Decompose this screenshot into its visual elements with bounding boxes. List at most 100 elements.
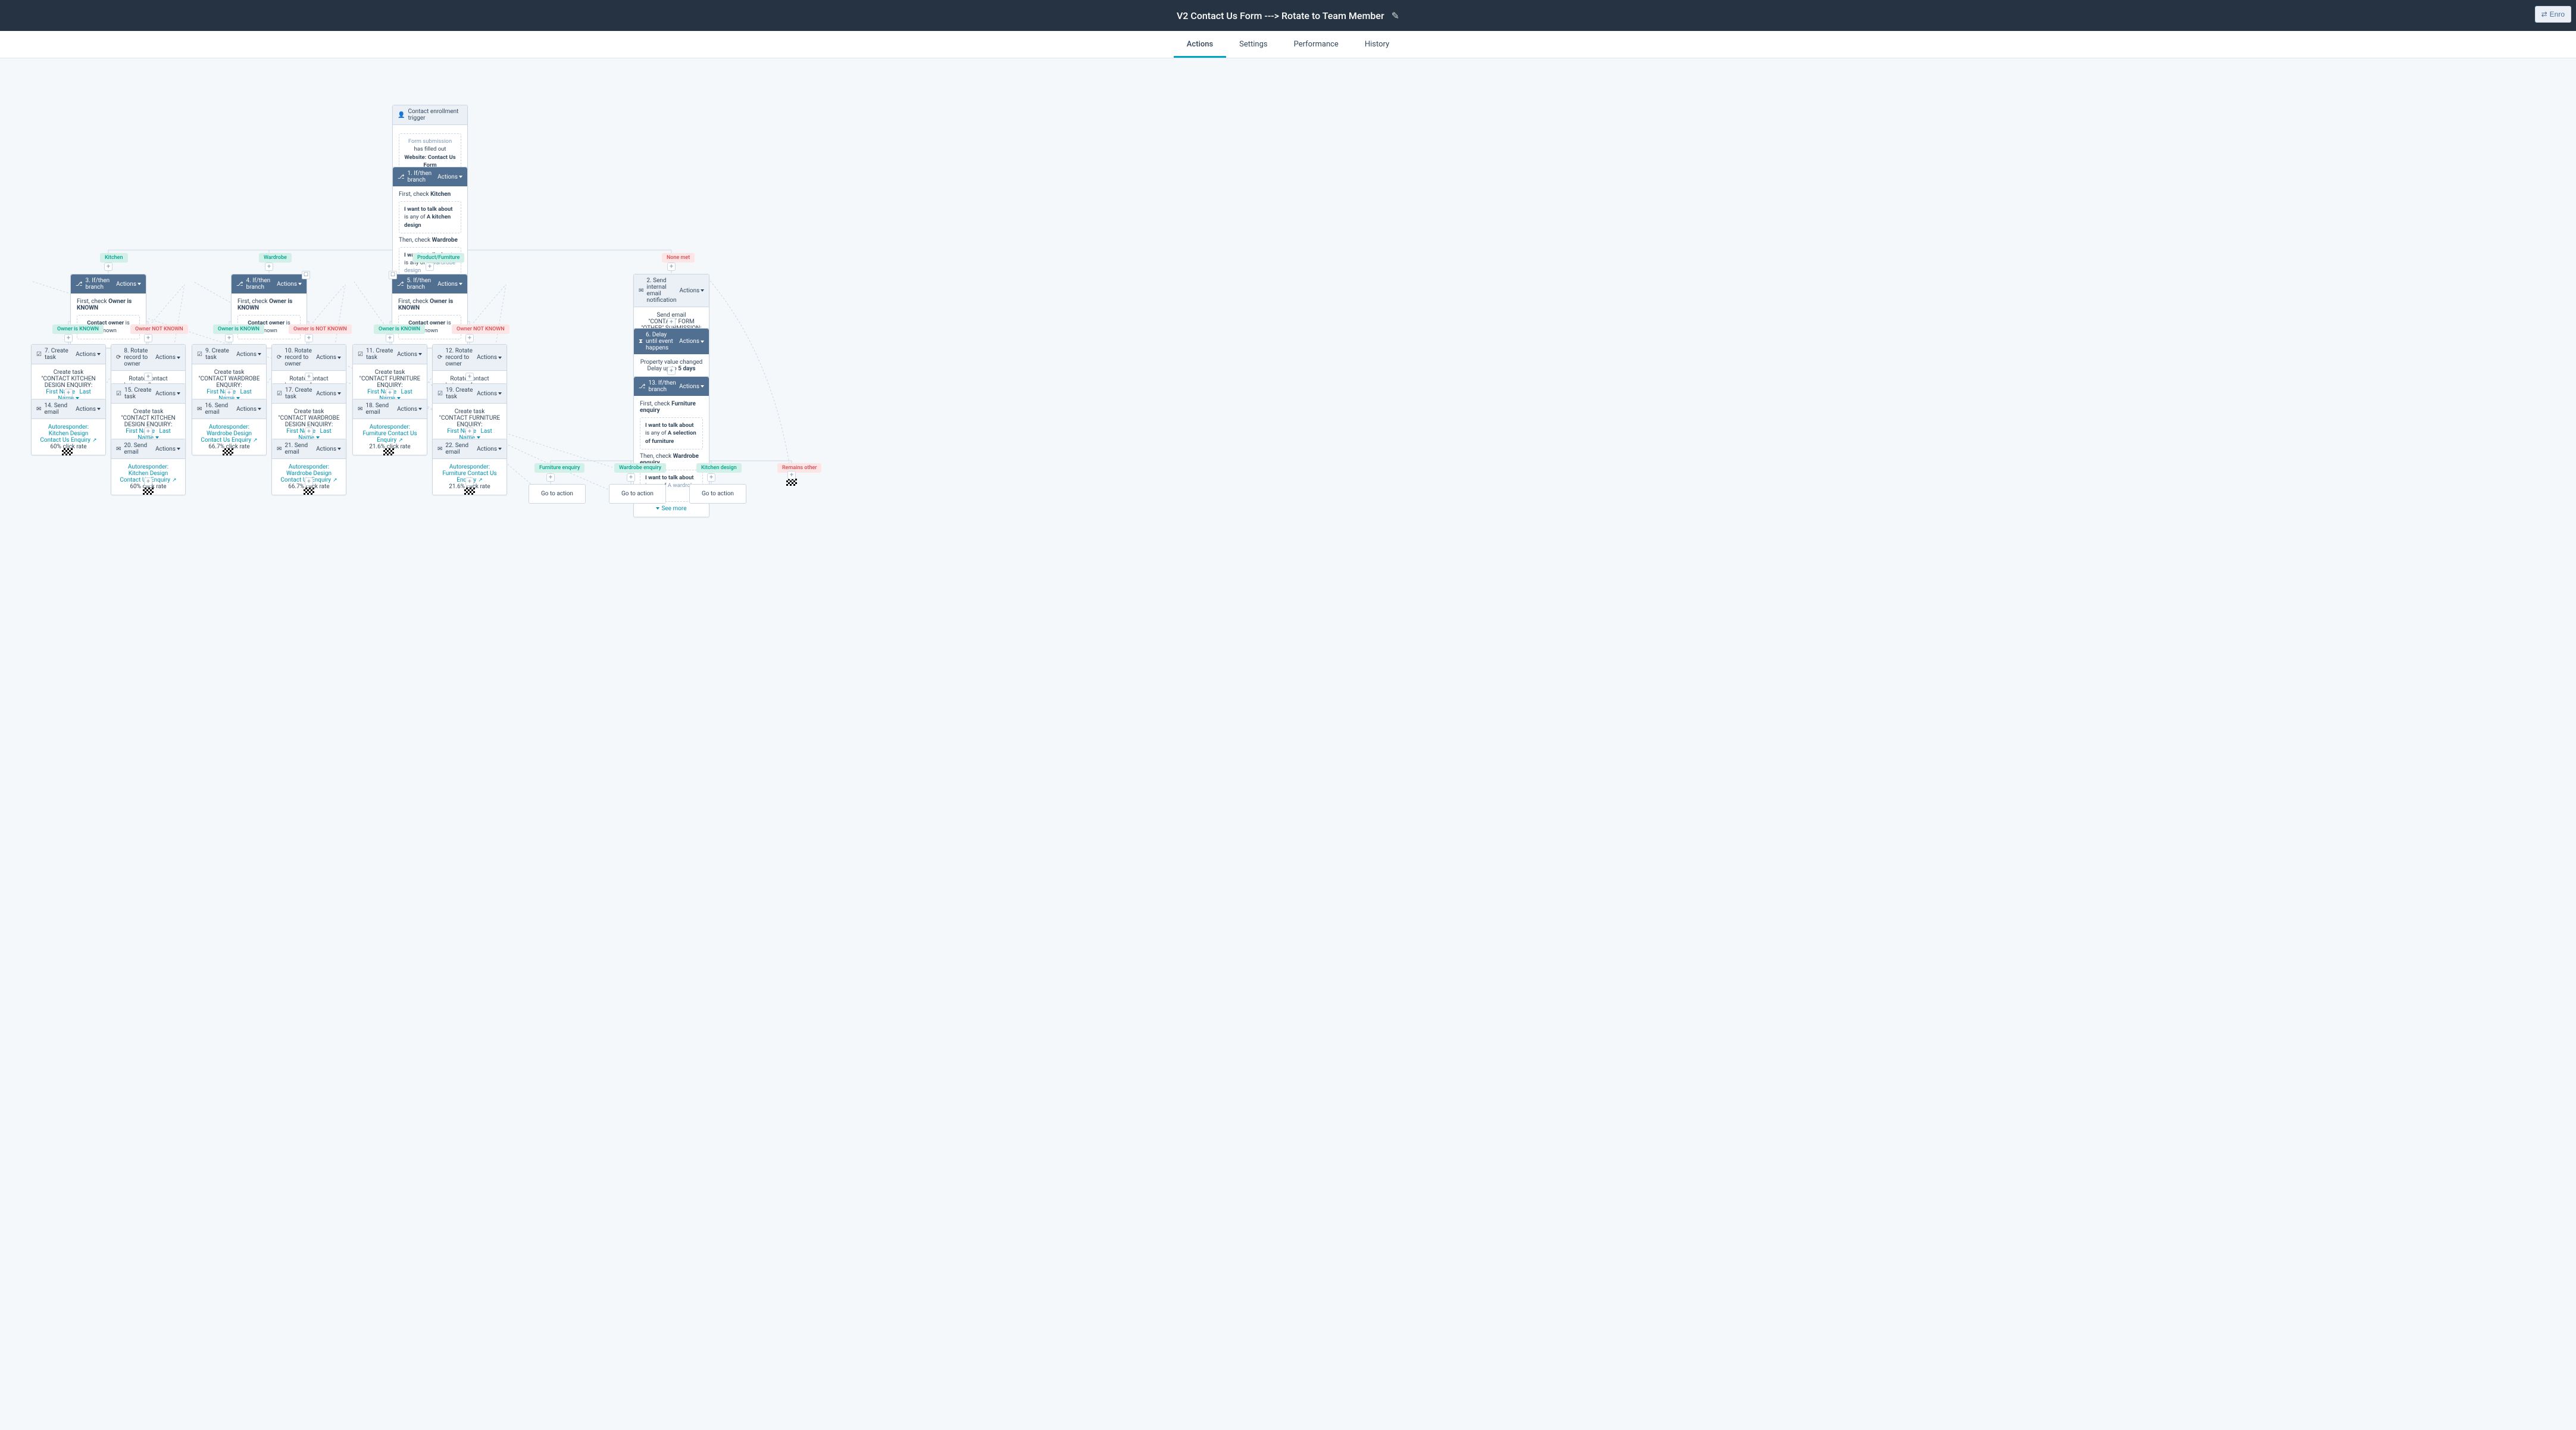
actions-menu[interactable]: Actions	[236, 351, 261, 358]
n10-title: 10. Rotate record to owner	[285, 348, 313, 367]
pill-owner-known: Owner is KNOWN	[213, 324, 264, 334]
n14-auto[interactable]: Autoresponder: Kitchen Design Contact Us…	[40, 424, 90, 444]
plus-button[interactable]: +	[305, 427, 313, 436]
end-icon	[304, 488, 314, 495]
actions-label: Actions	[155, 354, 176, 361]
plus-button[interactable]: +	[64, 334, 73, 342]
plus-button[interactable]: +	[465, 477, 474, 486]
node-14-send-email[interactable]: ✉14. Send emailActions Autoresponder: Ki…	[31, 399, 106, 455]
actions-menu[interactable]: Actions	[76, 406, 101, 413]
node-22-send-email[interactable]: ✉22. Send emailActions Autoresponder: Fu…	[432, 439, 507, 495]
enroll-icon: ⇄	[2541, 10, 2547, 18]
goto-action[interactable]: Go to action	[609, 484, 666, 504]
pill-furniture-enquiry: Furniture enquiry	[534, 463, 584, 473]
plus-button[interactable]: +	[225, 334, 233, 342]
plus-button[interactable]: +	[64, 389, 73, 397]
actions-label: Actions	[679, 288, 699, 294]
plus-button[interactable]: +	[465, 373, 474, 381]
branch-4[interactable]: ☐ ⎇4. If/then branchActions First, check…	[231, 274, 307, 348]
actions-label: Actions	[477, 391, 497, 397]
tab-settings[interactable]: Settings	[1226, 31, 1280, 58]
plus-button[interactable]: +	[305, 334, 313, 342]
enroll-button[interactable]: ⇄ Enro	[2535, 6, 2571, 23]
goto-action[interactable]: Go to action	[689, 484, 746, 504]
actions-menu[interactable]: Actions	[155, 446, 180, 452]
actions-menu[interactable]: Actions	[316, 446, 341, 452]
plus-button[interactable]: +	[426, 263, 434, 271]
b1-any1: is any of	[404, 214, 427, 220]
see-more[interactable]: See more	[640, 505, 703, 512]
actions-menu[interactable]: Actions	[437, 281, 462, 288]
node-21-send-email[interactable]: ✉21. Send emailActions Autoresponder: Wa…	[271, 439, 346, 495]
plus-button[interactable]: +	[667, 318, 676, 326]
n18-auto[interactable]: Autoresponder: Furniture Contact Us Enqu…	[362, 424, 417, 444]
plus-button[interactable]: +	[667, 263, 676, 271]
plus-button[interactable]: +	[546, 473, 555, 482]
plus-button[interactable]: +	[707, 473, 715, 482]
actions-menu[interactable]: Actions	[397, 406, 422, 413]
node-18-send-email[interactable]: ✉18. Send emailActions Autoresponder: Fu…	[352, 399, 427, 455]
plus-button[interactable]: +	[667, 367, 676, 375]
actions-label: Actions	[155, 391, 176, 397]
goto-action[interactable]: Go to action	[529, 484, 586, 504]
node-16-send-email[interactable]: ✉16. Send emailActions Autoresponder: Wa…	[192, 399, 267, 455]
actions-menu[interactable]: Actions	[236, 406, 261, 413]
warn-icon[interactable]: ☐	[389, 271, 397, 279]
node-20-send-email[interactable]: ✉20. Send emailActions Autoresponder: Ki…	[111, 439, 186, 495]
plus-button[interactable]: +	[386, 389, 394, 397]
tab-history[interactable]: History	[1352, 31, 1402, 58]
warn-icon[interactable]: ☐	[302, 271, 310, 279]
n16-auto[interactable]: Autoresponder: Wardrobe Design Contact U…	[201, 424, 252, 444]
plus-button[interactable]: +	[144, 477, 152, 486]
plus-button[interactable]: +	[465, 427, 474, 436]
plus-button[interactable]: +	[627, 473, 635, 482]
trigger-title: Contact enrollment trigger	[408, 108, 462, 121]
actions-menu[interactable]: Actions	[679, 288, 704, 294]
plus-button[interactable]: +	[305, 373, 313, 381]
actions-menu[interactable]: Actions	[437, 174, 462, 180]
n17-e: "CONTACT WARDROBE DESIGN ENQUIRY:	[278, 415, 340, 428]
plus-button[interactable]: +	[144, 373, 152, 381]
plus-button[interactable]: +	[144, 427, 152, 436]
plus-button[interactable]: +	[386, 334, 394, 342]
b13-a1: is any of	[645, 430, 668, 436]
pill-owner-not-known: Owner is NOT KNOWN	[289, 324, 352, 334]
actions-label: Actions	[679, 383, 699, 390]
branch-5[interactable]: ☐ ⎇5. If/then branchActions First, check…	[392, 274, 468, 348]
plus-button[interactable]: +	[104, 263, 112, 271]
actions-menu[interactable]: Actions	[155, 391, 180, 397]
tab-performance[interactable]: Performance	[1281, 31, 1352, 58]
actions-menu[interactable]: Actions	[316, 354, 341, 361]
branch-3[interactable]: ⎇3. If/then branchActions First, check O…	[70, 274, 146, 348]
actions-menu[interactable]: Actions	[76, 351, 101, 358]
pill-none-met: None met	[662, 253, 695, 263]
n19-e: "CONTACT FURNITURE ENQUIRY:	[439, 415, 501, 428]
b4-first: First, check	[237, 298, 269, 305]
actions-menu[interactable]: Actions	[155, 354, 180, 361]
plus-button[interactable]: +	[225, 389, 233, 397]
actions-menu[interactable]: Actions	[679, 383, 704, 390]
plus-button[interactable]: +	[465, 334, 474, 342]
n15-c: Create task	[117, 408, 179, 415]
actions-menu[interactable]: Actions	[316, 391, 341, 397]
actions-menu[interactable]: Actions	[116, 281, 141, 288]
actions-menu[interactable]: Actions	[277, 281, 302, 288]
actions-menu[interactable]: Actions	[477, 446, 502, 452]
actions-menu[interactable]: Actions	[477, 354, 502, 361]
b13-t1: I want to talk about	[645, 422, 694, 429]
workflow-canvas[interactable]: 👤Contact enrollment trigger Form submiss…	[0, 58, 872, 511]
plus-button[interactable]: +	[305, 477, 313, 486]
tab-actions[interactable]: Actions	[1174, 31, 1226, 58]
plus-button[interactable]: +	[787, 471, 796, 479]
actions-menu[interactable]: Actions	[679, 338, 704, 345]
branch-icon: ⎇	[236, 281, 243, 288]
actions-menu[interactable]: Actions	[397, 351, 422, 358]
edit-icon[interactable]: ✎	[1392, 10, 1399, 21]
plus-button[interactable]: +	[265, 263, 273, 271]
actions-label: Actions	[116, 281, 136, 288]
actions-menu[interactable]: Actions	[477, 391, 502, 397]
email-icon: ✉	[639, 288, 643, 294]
rotate-icon: ⟳	[437, 354, 442, 361]
plus-button[interactable]: +	[144, 334, 152, 342]
b5-title: 5. If/then branch	[407, 277, 435, 291]
